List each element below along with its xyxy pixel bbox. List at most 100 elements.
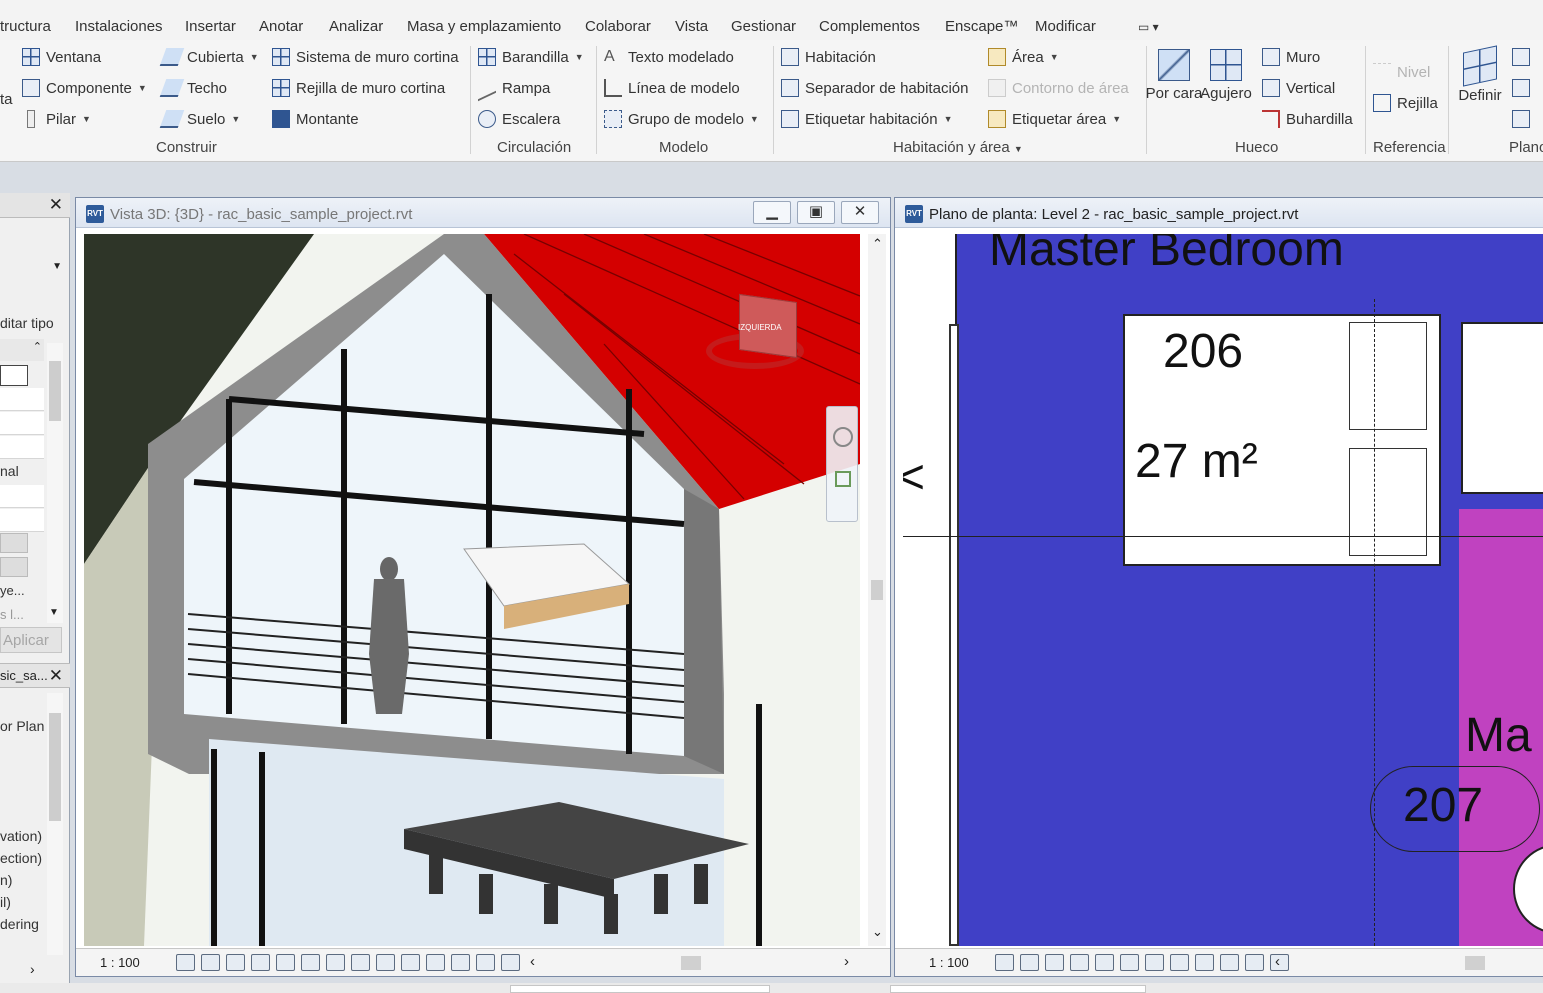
browser-item[interactable]: dering: [0, 916, 39, 932]
floor-plan-scale[interactable]: 1 : 100: [929, 955, 969, 970]
hscroll-left-icon[interactable]: ‹: [1275, 953, 1280, 970]
tab-complementos[interactable]: Complementos: [819, 18, 920, 35]
model-line-button[interactable]: Línea de modelo: [604, 79, 740, 97]
properties-scrollbar[interactable]: ▼: [47, 343, 63, 623]
lock-view-icon[interactable]: [351, 954, 370, 971]
minimize-button[interactable]: ▁: [753, 201, 791, 224]
viewcube[interactable]: IZQUIERDA: [706, 293, 806, 383]
model-group-button[interactable]: Grupo de modelo ▼: [604, 110, 759, 128]
lock-view-icon[interactable]: [1145, 954, 1164, 971]
curtain-system-button[interactable]: Sistema de muro cortina: [272, 48, 459, 66]
property-row[interactable]: [0, 412, 44, 435]
render-icon[interactable]: [276, 954, 295, 971]
apply-button[interactable]: Aplicar: [0, 627, 62, 653]
floor-plan-hscroll-thumb[interactable]: [1465, 956, 1485, 970]
show-crop-icon[interactable]: [1120, 954, 1139, 971]
plan-canvas[interactable]: Master Bedroom 206 27 m² < Ma 207: [903, 234, 1543, 946]
tab-enscape[interactable]: Enscape™: [945, 18, 1018, 35]
browser-item[interactable]: ection): [0, 850, 42, 866]
scroll-up-icon[interactable]: ⌃: [872, 236, 883, 252]
ref-plane-icon[interactable]: [1512, 79, 1530, 97]
room-number-tag[interactable]: 206: [1163, 324, 1243, 379]
show-crop-icon[interactable]: [326, 954, 345, 971]
scroll-down-icon[interactable]: ▼: [49, 607, 59, 618]
sun-path-icon[interactable]: [1045, 954, 1064, 971]
browser-item[interactable]: n): [0, 872, 12, 888]
tag-area-button[interactable]: Etiquetar área ▼: [988, 110, 1121, 128]
close-icon[interactable]: ✕: [49, 666, 63, 686]
property-input[interactable]: [0, 365, 28, 386]
tab-analizar[interactable]: Analizar: [329, 18, 383, 35]
shadows-icon[interactable]: [251, 954, 270, 971]
browser-scrollbar[interactable]: [47, 693, 63, 955]
tab-insertar[interactable]: Insertar: [185, 18, 236, 35]
dormer-button[interactable]: Buhardilla: [1262, 110, 1353, 128]
temp-hide-icon[interactable]: [1170, 954, 1189, 971]
sun-path-icon[interactable]: [226, 954, 245, 971]
by-face-button[interactable]: Por cara: [1146, 49, 1202, 102]
room-button[interactable]: Habitación: [781, 48, 876, 66]
column-button[interactable]: Pilar ▼: [22, 110, 91, 128]
highlight-icon[interactable]: [1220, 954, 1239, 971]
railing-button[interactable]: Barandilla ▼: [478, 48, 584, 66]
shaft-button[interactable]: Agujero: [1200, 49, 1252, 102]
steering-wheel-icon[interactable]: [833, 427, 853, 447]
area-boundary-button[interactable]: Contorno de área: [988, 79, 1129, 97]
browser-item[interactable]: il): [0, 894, 11, 910]
status-field[interactable]: [510, 985, 770, 993]
visual-style-icon[interactable]: [201, 954, 220, 971]
level-button[interactable]: Nivel: [1373, 63, 1430, 81]
crop-view-icon[interactable]: [1095, 954, 1114, 971]
floor-plan-window[interactable]: RVT Plano de planta: Level 2 - rac_basic…: [894, 197, 1543, 977]
room2-number-tag[interactable]: 207: [1403, 778, 1483, 833]
constraints-icon[interactable]: [476, 954, 495, 971]
maximize-button[interactable]: ▣: [797, 201, 835, 224]
view-3d-scale[interactable]: 1 : 100: [100, 955, 140, 970]
area-button[interactable]: Área ▼: [988, 48, 1059, 66]
ramp-button[interactable]: Rampa: [478, 74, 550, 102]
scroll-right-icon[interactable]: ›: [30, 961, 35, 977]
tab-instalaciones[interactable]: Instalaciones: [75, 18, 163, 35]
room-area-tag[interactable]: 27 m²: [1135, 434, 1258, 489]
tab-modificar[interactable]: Modificar: [1035, 18, 1096, 35]
browser-item[interactable]: or Plan: [0, 718, 44, 734]
room2-name-tag[interactable]: Ma: [1465, 708, 1532, 763]
close-icon[interactable]: ✕: [49, 195, 63, 215]
room-name-tag[interactable]: Master Bedroom: [989, 234, 1344, 277]
property-row[interactable]: [0, 509, 44, 532]
property-button[interactable]: [0, 533, 28, 553]
tag-room-button[interactable]: Etiquetar habitación ▼: [781, 110, 953, 128]
model-text-button[interactable]: A Texto modelado: [604, 48, 734, 66]
hscroll-right-icon[interactable]: ›: [844, 953, 849, 970]
curtain-grid-button[interactable]: Rejilla de muro cortina: [272, 79, 445, 97]
set-workplane-button[interactable]: Definir: [1457, 45, 1503, 104]
wall-opening-button[interactable]: Muro: [1262, 48, 1320, 66]
vertical-opening-button[interactable]: Vertical: [1262, 79, 1335, 97]
viewer-icon[interactable]: [1512, 110, 1530, 128]
mullion-button[interactable]: Montante: [272, 110, 359, 128]
reveal-hidden-icon[interactable]: [1195, 954, 1214, 971]
shadows-icon[interactable]: [1070, 954, 1089, 971]
model-selector[interactable]: [890, 985, 1146, 993]
property-row[interactable]: [0, 388, 44, 411]
grid-button[interactable]: Rejilla: [1373, 94, 1438, 112]
type-dropdown-chevron-icon[interactable]: ▼: [52, 261, 62, 272]
view-3d-window[interactable]: RVT Vista 3D: {3D} - rac_basic_sample_pr…: [75, 197, 891, 977]
show-plane-icon[interactable]: [1512, 48, 1530, 66]
property-row[interactable]: [0, 436, 44, 459]
view-3d-titlebar[interactable]: RVT Vista 3D: {3D} - rac_basic_sample_pr…: [76, 198, 890, 228]
tab-colaborar[interactable]: Colaborar: [585, 18, 651, 35]
property-button[interactable]: [0, 557, 28, 577]
property-row[interactable]: [0, 485, 44, 508]
reveal-hidden-icon[interactable]: [401, 954, 420, 971]
collapse-chevron-icon[interactable]: ⌃: [33, 340, 42, 353]
roof-button[interactable]: Cubierta ▼: [159, 48, 259, 66]
browser-item[interactable]: vation): [0, 828, 42, 844]
panel-toggle-icon[interactable]: ▭ ▾: [1138, 20, 1159, 34]
close-button[interactable]: ✕: [841, 201, 879, 224]
tab-anotar[interactable]: Anotar: [259, 18, 303, 35]
panel-label-room[interactable]: Habitación y área ▼: [893, 139, 1023, 156]
room-separator-button[interactable]: Separador de habitación: [781, 79, 968, 97]
tab-vista[interactable]: Vista: [675, 18, 708, 35]
edit-type-link[interactable]: ditar tipo: [0, 315, 54, 331]
